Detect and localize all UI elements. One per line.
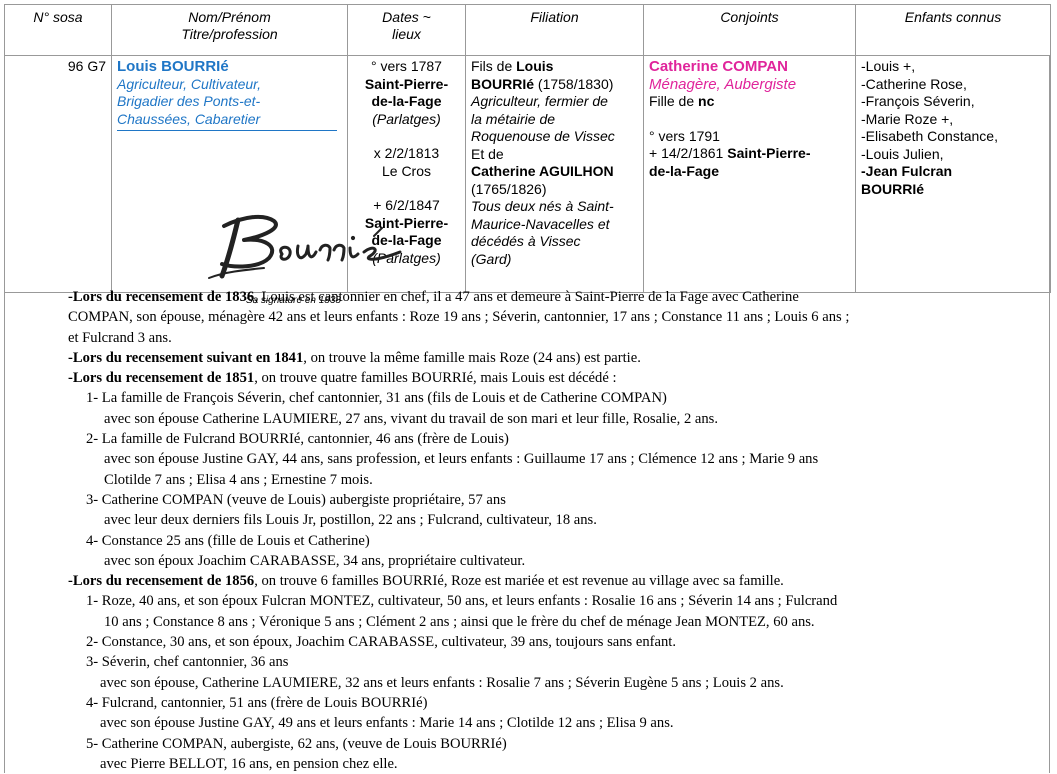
- header-nom: Nom/Prénom Titre/profession: [111, 4, 348, 56]
- note-line: avec son épouse Justine GAY, 44 ans, san…: [104, 451, 819, 468]
- name-cell: Louis BOURRIé Agriculteur, Cultivateur, …: [111, 55, 402, 306]
- note-line: 5- Catherine COMPAN, aubergiste, 62 ans,…: [86, 735, 507, 752]
- note-line: avec son époux Joachim CARABASSE, 34 ans…: [104, 552, 526, 569]
- child-item: -Louis Julien,: [861, 145, 944, 162]
- conjoint-name: Catherine COMPAN: [649, 58, 788, 75]
- conjoint-birth: ° vers 1791: [649, 127, 720, 144]
- child-item: -Elisabeth Constance,: [861, 128, 998, 144]
- header-filiation: Filiation: [465, 4, 644, 56]
- conjoint-parents: Fille de nc: [649, 93, 715, 109]
- conjoint-death-place: de-la-Fage: [649, 162, 720, 179]
- census-notes: -Lors du recensement de 1836, Louis est …: [4, 285, 1050, 773]
- child-item: -François Séverin,: [861, 93, 975, 109]
- header-dates: Dates ~ lieux: [347, 4, 466, 56]
- note-line: avec leur deux derniers fils Louis Jr, p…: [104, 512, 597, 529]
- header-conjoints: Conjoints: [643, 4, 856, 56]
- header-row: N° sosa Nom/Prénom Titre/profession Dates…: [4, 4, 1051, 56]
- name-underline: [117, 130, 337, 131]
- note-line: 3- Séverin, chef cantonnier, 36 ans: [86, 654, 289, 671]
- note-line: 1- Roze, 40 ans, et son époux Fulcran MO…: [86, 593, 838, 610]
- note-line: avec son épouse Justine GAY, 49 ans et l…: [100, 715, 674, 732]
- signature-drawing: [208, 214, 402, 279]
- note-1841: -Lors du recensement suivant en 1841, on…: [68, 349, 641, 366]
- birth-place-2: de-la-Fage: [371, 93, 442, 109]
- note-1836: -Lors du recensement de 1836, Louis est …: [68, 289, 799, 305]
- birth-sub: (Parlatges): [372, 110, 441, 127]
- note-line: COMPAN, son épouse, ménagère 42 ans et l…: [68, 309, 850, 326]
- person-name: Louis BOURRIé: [117, 58, 229, 75]
- person-row: 96 G7 Louis BOURRIé Agriculteur, Cultiva…: [4, 55, 1051, 306]
- father-name-line: BOURRIé (1758/1830): [471, 75, 614, 92]
- note-line: Clotilde 7 ans ; Elisa 4 ans ; Ernestine…: [104, 471, 373, 488]
- conjoint-profession: Ménagère, Aubergiste: [649, 75, 797, 93]
- note-line: 4- Fulcrand, cantonnier, 51 ans (frère d…: [86, 694, 428, 711]
- filiation-note-4: (Gard): [471, 250, 512, 267]
- note-1856: -Lors du recensement de 1856, on trouve …: [68, 573, 784, 590]
- father-line: Fils de Louis: [471, 58, 554, 74]
- note-line: avec son épouse Catherine LAUMIERE, 27 a…: [104, 410, 718, 427]
- genealogy-table: N° sosa Nom/Prénom Titre/profession Dates…: [4, 4, 1051, 306]
- note-line: 1- La famille de François Séverin, chef …: [86, 390, 667, 407]
- filiation-note-1: Tous deux nés à Saint-: [471, 198, 614, 214]
- marriage-place: Le Cros: [381, 162, 432, 179]
- child-item-direct: -Jean Fulcran: [861, 163, 953, 179]
- header-enfants: Enfants connus: [855, 4, 1051, 56]
- sosa-cell: 96 G7: [4, 55, 112, 293]
- child-item-direct-surname: BOURRIé: [861, 180, 925, 197]
- child-item: -Louis +,: [861, 58, 916, 74]
- father-prof-3: Roquenouse de Vissec: [471, 128, 615, 144]
- person-profession-1: Agriculteur, Cultivateur,: [117, 75, 261, 92]
- mother-name: Catherine AGUILHON: [471, 163, 614, 179]
- filiation-cell: Fils de Louis BOURRIé (1758/1830) Agricu…: [465, 55, 644, 293]
- note-line: 10 ans ; Constance 8 ans ; Véronique 5 a…: [104, 613, 815, 630]
- person-profession-3: Chaussées, Cabaretier: [117, 110, 261, 127]
- note-1851: -Lors du recensement de 1851, on trouve …: [68, 370, 617, 387]
- note-line: 3- Catherine COMPAN (veuve de Louis) aub…: [86, 491, 506, 508]
- note-line: avec Pierre BELLOT, 16 ans, en pension c…: [100, 755, 398, 772]
- note-line: avec son épouse, Catherine LAUMIERE, 32 …: [100, 674, 784, 691]
- child-item: -Catherine Rose,: [861, 75, 967, 92]
- child-item: -Marie Roze +,: [861, 110, 954, 127]
- conjoint-cell: Catherine COMPAN Ménagère, Aubergiste Fi…: [643, 55, 856, 293]
- person-profession-2: Brigadier des Ponts-et-: [117, 93, 261, 109]
- father-prof-1: Agriculteur, fermier de: [471, 93, 608, 109]
- marriage-line: x 2/2/1813: [373, 145, 440, 161]
- note-line: 2- La famille de Fulcrand BOURRIé, canto…: [86, 431, 509, 448]
- birth-line: ° vers 1787: [371, 58, 442, 74]
- note-line: et Fulcrand 3 ans.: [68, 329, 172, 346]
- conjoint-death: + 14/2/1861 Saint-Pierre-: [649, 145, 811, 161]
- filiation-note-3: décédés à Vissec: [471, 233, 581, 249]
- father-prof-2: la métairie de: [471, 110, 556, 127]
- header-sosa: N° sosa: [4, 4, 112, 56]
- and-line: Et de: [471, 145, 504, 162]
- note-line: 2- Constance, 30 ans, et son époux, Joac…: [86, 634, 676, 651]
- mother-years: (1765/1826): [471, 180, 547, 197]
- note-line: 4- Constance 25 ans (fille de Louis et C…: [86, 532, 370, 549]
- filiation-note-2: Maurice-Navacelles et: [471, 215, 610, 232]
- birth-place-1: Saint-Pierre-: [364, 75, 449, 92]
- enfants-cell: -Louis +, -Catherine Rose, -François Sév…: [855, 55, 1051, 293]
